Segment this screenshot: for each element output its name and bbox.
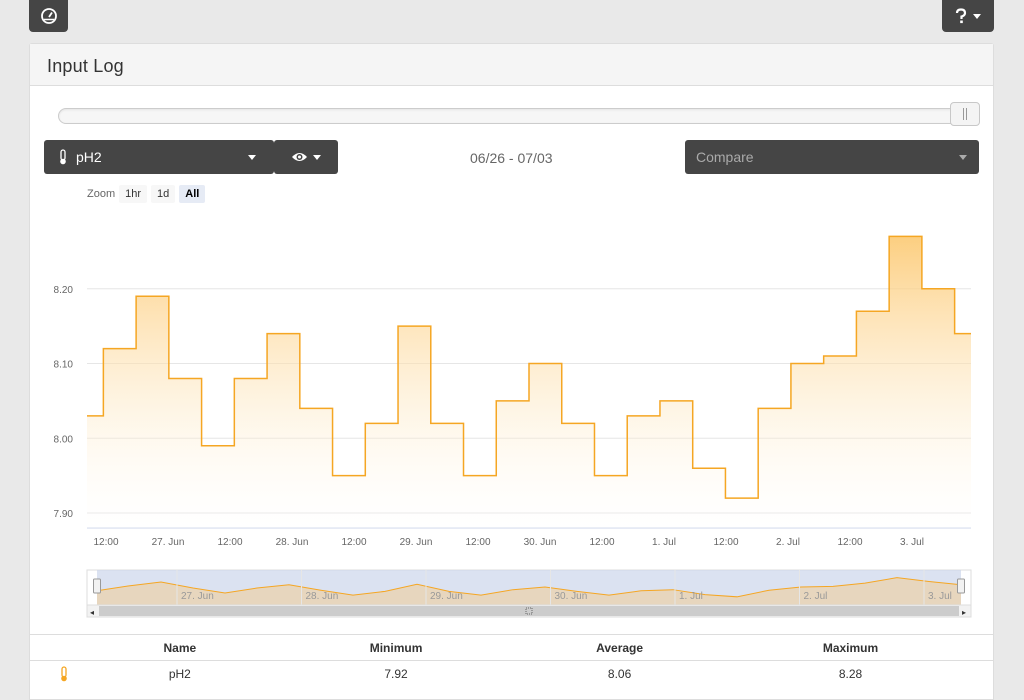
stats-header-row: Name Minimum Average Maximum <box>30 635 993 661</box>
stats-minimum-header: Minimum <box>369 640 423 655</box>
ph-chart[interactable]: 7.90 8.00 8.10 8.20 12:00 27. Jun 12:00 28. Jun… <box>30 44 993 634</box>
y-tick-label: 8.10 <box>54 360 74 371</box>
x-tick-label: 28. Jun <box>276 537 309 548</box>
x-tick-label: 12:00 <box>217 537 242 548</box>
stats-average-header: Average <box>596 640 644 655</box>
x-tick-label: 30. Jun <box>524 537 557 548</box>
y-tick-label: 8.00 <box>54 434 74 445</box>
dashboard-button[interactable] <box>29 0 68 32</box>
x-tick-label: 12:00 <box>837 537 862 548</box>
navigator-handle <box>93 578 101 594</box>
stats-name-header: Name <box>163 640 197 655</box>
stats-icon-cell <box>30 666 99 682</box>
scroll-left-icon: ◂ <box>90 608 94 617</box>
navigator-label: 2. Jul <box>804 591 828 602</box>
navigator-handle <box>957 578 965 594</box>
stats-table: Name Minimum Average Maximum pH2 7.92 8.… <box>30 634 993 687</box>
navigator-label: 1. Jul <box>679 591 703 602</box>
x-tick-label: 29. Jun <box>400 537 433 548</box>
help-icon <box>955 8 967 24</box>
x-tick-label: 12:00 <box>465 537 490 548</box>
thermometer-icon <box>61 666 68 682</box>
y-tick-label: 7.90 <box>54 509 74 520</box>
navigator-label: 28. Jun <box>306 591 339 602</box>
navigator-label: 29. Jun <box>430 591 463 602</box>
x-tick-label: 27. Jun <box>152 537 185 548</box>
x-tick-label: 2. Jul <box>776 537 800 548</box>
help-menu-button[interactable] <box>942 0 994 32</box>
x-tick-label: 12:00 <box>713 537 738 548</box>
stats-minimum-cell: 7.92 <box>384 667 408 681</box>
input-log-panel: Input Log pH2 06/26 - 07/03 Compare Zoom… <box>29 43 994 700</box>
x-tick-label: 12:00 <box>341 537 366 548</box>
stats-name-cell: pH2 <box>168 667 191 681</box>
navigator-label: 30. Jun <box>555 591 588 602</box>
chevron-down-icon <box>973 13 981 19</box>
navigator-label: 27. Jun <box>181 591 214 602</box>
y-tick-label: 8.20 <box>54 285 74 296</box>
x-tick-label: 1. Jul <box>652 537 676 548</box>
stats-maximum-header: Maximum <box>822 640 879 655</box>
x-tick-label: 12:00 <box>589 537 614 548</box>
stats-maximum-cell: 8.28 <box>838 667 863 681</box>
table-row: pH2 7.92 8.06 8.28 <box>30 661 993 687</box>
x-tick-label: 3. Jul <box>900 537 924 548</box>
x-tick-label: 12:00 <box>93 537 118 548</box>
navigator-label: 3. Jul <box>928 591 952 602</box>
dashboard-icon <box>40 8 57 24</box>
scroll-right-icon: ▸ <box>962 608 966 617</box>
stats-average-cell: 8.06 <box>607 667 632 681</box>
